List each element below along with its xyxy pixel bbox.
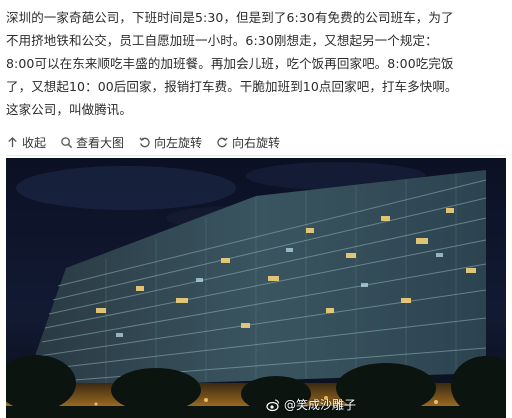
post-text-line: 不用挤地铁和公交，员工自愿加班一小时。6:30刚想走，又想起另一个规定： [6, 33, 438, 48]
post-image[interactable]: @笑成沙雕子 [6, 158, 506, 418]
rotate-left-label: 向左旋转 [154, 135, 203, 150]
rotate-left-button[interactable]: 向左旋转 [138, 134, 202, 151]
view-large-label: 查看大图 [76, 135, 125, 150]
view-large-button[interactable]: 查看大图 [60, 134, 124, 151]
magnifier-icon [61, 136, 73, 148]
night-office-building-photo [6, 158, 506, 418]
rotate-right-button[interactable]: 向右旋转 [216, 134, 280, 151]
collapse-button[interactable]: 收起 [6, 134, 46, 151]
rotate-right-label: 向右旋转 [232, 135, 281, 150]
weibo-icon [266, 398, 280, 411]
weibo-watermark: @笑成沙雕子 [266, 396, 356, 413]
toolbar-divider [6, 155, 506, 156]
post-text-line: 8:00可以在东来顺吃丰盛的加班餐。再加会儿班，吃个饭再回家吧。8:00吃完饭 [6, 56, 454, 71]
post-text-line: 深圳的一家奇葩公司，下班时间是5:30，但是到了6:30有免费的公司班车，为了 [6, 10, 454, 25]
watermark-text: @笑成沙雕子 [283, 398, 356, 412]
arrow-up-icon [8, 136, 17, 147]
rotate-left-icon [139, 136, 150, 147]
collapse-label: 收起 [22, 135, 47, 150]
post-text-line: 了，又想起10：00后回家，报销打车费。干脆加班到10点回家吧，打车多快啊。 [6, 79, 458, 94]
image-toolbar: 收起 查看大图 向左旋转 向右旋转 [6, 130, 506, 154]
rotate-right-icon [217, 136, 228, 147]
post-text: 深圳的一家奇葩公司，下班时间是5:30，但是到了6:30有免费的公司班车，为了 … [6, 6, 506, 121]
post-text-line: 这家公司，叫做腾讯。 [6, 102, 133, 117]
